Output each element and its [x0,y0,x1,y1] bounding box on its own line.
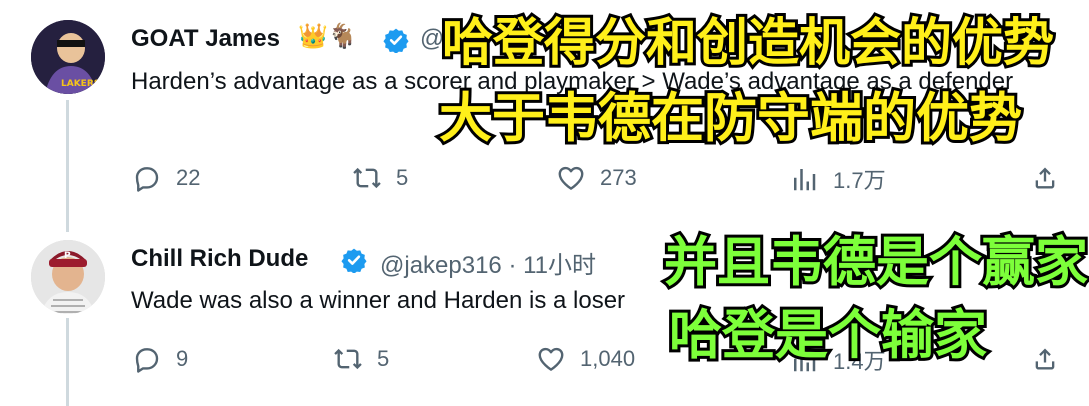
like-icon [538,347,564,371]
like-icon [558,166,584,190]
verified-icon [341,248,367,273]
thread-connector [66,100,69,232]
subtitle-overlay-top-1: 哈登得分和创造机会的优势 [439,14,1057,73]
reply-icon [135,348,159,373]
avatar-image: LAKERS [31,20,105,94]
share-icon [1035,348,1055,370]
name-emoji: 👑🐐 [298,23,358,50]
thread-connector [66,318,69,406]
reply-count: 9 [176,346,189,371]
reply-button[interactable]: 22 [132,163,200,193]
reply-button[interactable]: 9 [132,344,188,374]
retweet-icon [353,167,381,189]
verified-icon [383,28,409,53]
retweet-count: 5 [396,165,409,190]
like-count: 273 [600,165,637,190]
svg-text:P: P [64,251,71,261]
like-count: 1,040 [580,346,636,371]
avatar-image: P [31,240,105,314]
subtitle-overlay-top-2: 大于韦德在防守端的优势 [436,88,1025,149]
share-button[interactable] [1031,345,1059,373]
handle[interactable]: @ [420,25,444,53]
view-count: 1.7万 [833,168,886,193]
views-icon [794,169,816,191]
avatar[interactable]: P [31,240,105,314]
like-button[interactable]: 273 [556,163,637,193]
avatar[interactable]: LAKERS [31,20,105,94]
retweet-count: 5 [377,346,390,371]
subtitle-overlay-bottom-1: 并且韦德是个赢家 [661,232,1089,293]
share-icon [1035,167,1055,189]
display-name[interactable]: Chill Rich Dude [131,245,308,273]
retweet-button[interactable]: 5 [333,344,389,374]
reply-icon [135,167,159,192]
share-button[interactable] [1031,164,1059,192]
handle-and-time[interactable]: @jakep316 · 11小时 [380,245,596,280]
retweet-icon [334,348,362,370]
views-button[interactable]: 1.7万 [789,163,886,195]
reply-count: 22 [176,165,201,190]
display-name[interactable]: GOAT James [131,25,280,53]
like-button[interactable]: 1,040 [536,344,635,374]
retweet-button[interactable]: 5 [352,163,408,193]
subtitle-overlay-bottom-2: 哈登是个输家 [666,305,990,366]
svg-text:LAKERS: LAKERS [61,79,100,89]
